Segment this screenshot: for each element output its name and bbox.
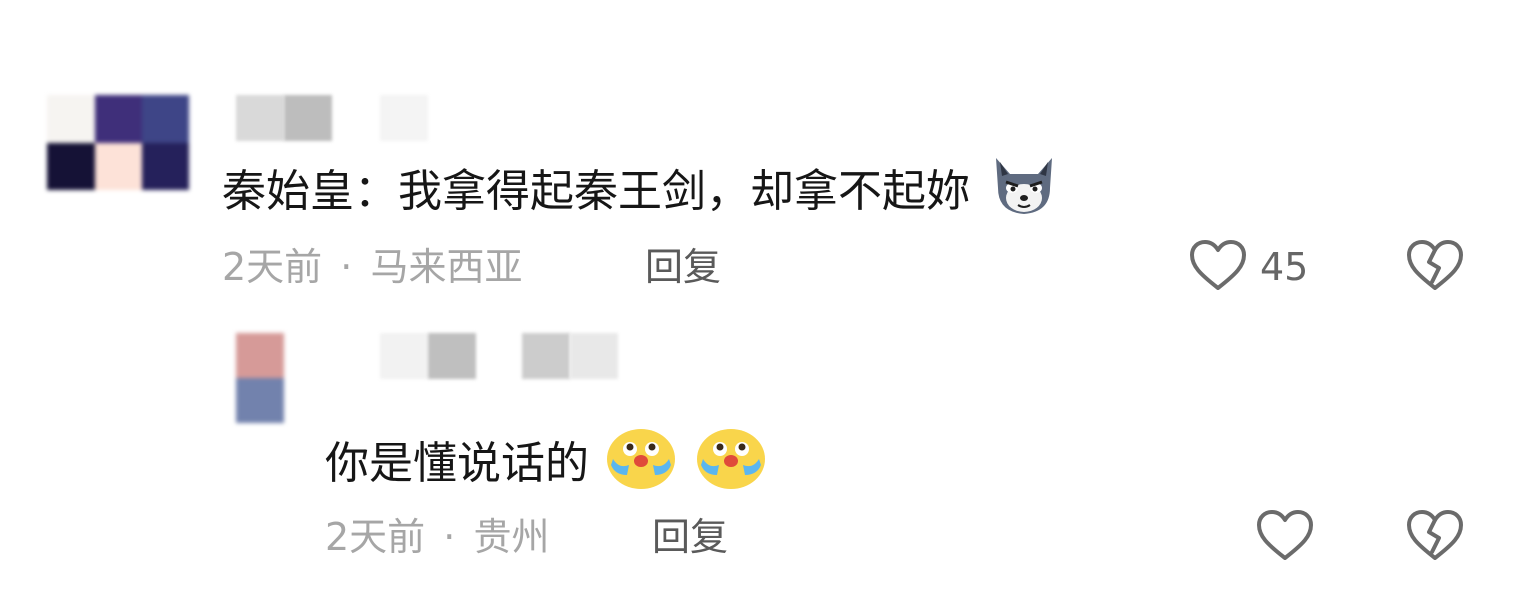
meta-separator: · [340, 245, 353, 289]
dislike-button[interactable] [1405, 238, 1465, 298]
like-button[interactable] [1255, 508, 1315, 568]
dislike-button[interactable] [1405, 508, 1465, 568]
username-blurred[interactable] [236, 95, 436, 141]
reply-comment-meta: 2天前 · 贵州 [325, 512, 549, 562]
reply-button[interactable]: 回复 [652, 512, 728, 562]
comment-text: 秦始皇：我拿得起秦王剑，却拿不起妳 [222, 154, 1060, 234]
meta-separator: · [443, 515, 456, 559]
avatar[interactable] [47, 95, 189, 190]
reply-location: 贵州 [473, 515, 550, 559]
heart-icon [1257, 510, 1313, 560]
reply-avatar[interactable] [236, 333, 284, 423]
comment-text-content: 秦始皇：我拿得起秦王剑，却拿不起妳 [222, 166, 970, 217]
broken-heart-icon [1407, 510, 1463, 560]
wolf-face-emoji-icon [988, 154, 1060, 234]
reply-text-content: 你是懂说话的 [325, 438, 589, 489]
reply-username-blurred[interactable] [380, 333, 620, 379]
broken-heart-icon [1407, 240, 1463, 290]
comment-location: 马来西亚 [370, 245, 523, 289]
comment-time: 2天前 [222, 245, 323, 289]
heart-icon [1190, 240, 1246, 290]
crying-laughing-emoji-icon [603, 425, 679, 507]
like-button[interactable] [1188, 238, 1248, 298]
reply-button[interactable]: 回复 [645, 242, 721, 292]
like-count: 45 [1260, 245, 1309, 289]
crying-laughing-emoji-icon [693, 425, 769, 507]
reply-comment-text: 你是懂说话的 [325, 425, 769, 507]
reply-time: 2天前 [325, 515, 426, 559]
comment-meta: 2天前 · 马来西亚 [222, 242, 522, 292]
